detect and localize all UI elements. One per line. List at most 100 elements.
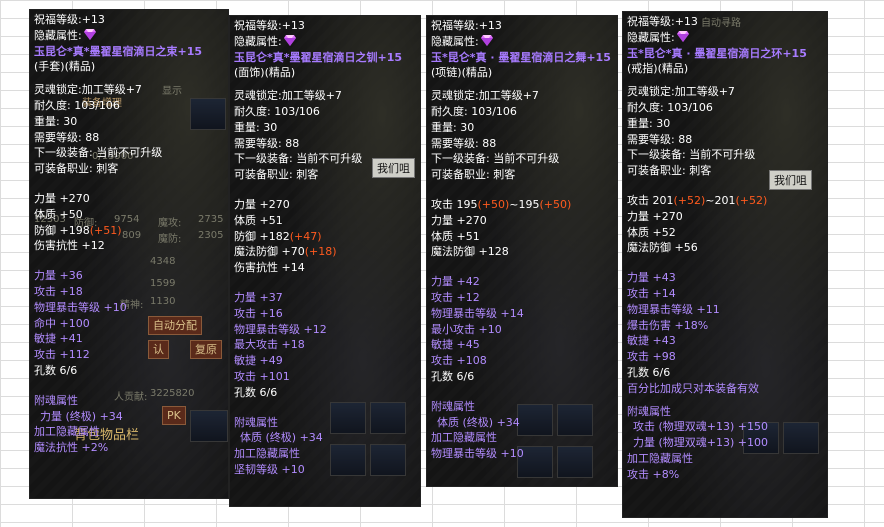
bonus-value: (+18) bbox=[304, 245, 337, 259]
stat-line: 孔数 6/6 bbox=[234, 385, 420, 401]
item-name: 玉*昆仑*真 · 墨翟星宿滴日之环+15 bbox=[627, 46, 827, 62]
stat-text: 体质 (终极) +34 bbox=[240, 431, 323, 445]
stat-line: 体质 (终极) +34 bbox=[431, 415, 617, 431]
item-tooltip-ring: 自动寻路 我们咀 祝福等级:+13 隐藏属性: 玉*昆仑*真 · 墨翟星宿滴日之环+… bbox=[623, 12, 827, 517]
stat-text: 魔法防御 +128 bbox=[431, 245, 509, 259]
stat-text: 需要等级: 88 bbox=[431, 136, 497, 150]
stat-line: 孔数 6/6 bbox=[431, 369, 617, 385]
stat-line: 攻击 +112 bbox=[34, 347, 228, 363]
stat-text: 祝福等级:+13 bbox=[627, 15, 698, 28]
stat-text: 重量: 30 bbox=[34, 114, 78, 128]
stat-line: 下一级装备: 当前不可升级 bbox=[234, 151, 420, 167]
stat-text: 攻击 +18 bbox=[34, 284, 83, 298]
bonus-value: (+51) bbox=[89, 223, 122, 237]
stat-line: 体质 +50 bbox=[34, 207, 228, 223]
tooltip-text: 祝福等级:+13 隐藏属性: 玉昆仑*真*墨翟星宿滴日之钏+15 (面饰)(精品) 灵魂… bbox=[230, 16, 420, 506]
stat-line: (面饰)(精品) bbox=[234, 65, 420, 81]
item-name: 玉昆仑*真*墨翟星宿滴日之钏+15 bbox=[234, 50, 420, 66]
stat-text: (手套)(精品) bbox=[34, 60, 96, 74]
stat-text: 隐藏属性: bbox=[34, 28, 82, 42]
stat-line: 魔法防御 +70(+18) bbox=[234, 244, 420, 260]
stat-line: 伤害抗性 +14 bbox=[234, 260, 420, 276]
bonus-value: (+52) bbox=[673, 193, 706, 207]
stat-text: 攻击 +101 bbox=[234, 369, 290, 383]
stat-line: 祝福等级:+13 bbox=[627, 14, 827, 30]
stat-line: 力量 +270 bbox=[431, 213, 617, 229]
stat-text: 命中 +100 bbox=[34, 316, 90, 330]
stat-line: 敏捷 +43 bbox=[627, 333, 827, 349]
stat-line: 重量: 30 bbox=[34, 114, 228, 130]
stat-line: 可装备职业: 刺客 bbox=[34, 161, 228, 177]
stat-text: 物理暴击等级 +11 bbox=[627, 302, 720, 316]
stat-line: 耐久度: 103/106 bbox=[627, 100, 827, 116]
stat-text: 最大攻击 +18 bbox=[234, 338, 305, 352]
item-tooltip-gloves: 装备增理 显示 0/15900 12303 防御: 9754 魔攻: 2735 … bbox=[30, 10, 228, 498]
gem-icon bbox=[283, 34, 296, 46]
stat-text: 玉*昆仑*真 · 墨翟星宿滴日之舞+15 bbox=[431, 50, 611, 64]
stat-text: 物理暴击等级 +12 bbox=[234, 322, 327, 336]
stat-line: 敏捷 +41 bbox=[34, 331, 228, 347]
stat-text: 隐藏属性: bbox=[627, 30, 675, 44]
stat-line: 耐久度: 103/106 bbox=[234, 104, 420, 120]
stat-text: 祝福等级:+13 bbox=[431, 19, 502, 32]
stat-line: 最小攻击 +10 bbox=[431, 322, 617, 338]
stat-text: 下一级装备: 当前不可升级 bbox=[431, 152, 560, 166]
stat-line: 力量 +270 bbox=[627, 209, 827, 225]
stat-text: 力量 +42 bbox=[431, 275, 480, 289]
stat-text: 重量: 30 bbox=[234, 120, 278, 134]
stat-text: 物理暴击等级 +14 bbox=[431, 306, 524, 320]
stat-text: 隐藏属性: bbox=[431, 34, 479, 48]
stat-line: 可装备职业: 刺客 bbox=[431, 167, 617, 183]
stat-tail: ~201 bbox=[705, 193, 736, 207]
stat-text: 玉*昆仑*真 · 墨翟星宿滴日之环+15 bbox=[627, 46, 807, 60]
stat-text: 力量 +37 bbox=[234, 290, 283, 304]
stat-text: 体质 +50 bbox=[34, 207, 83, 221]
stat-line: 物理暴击等级 +10 bbox=[34, 300, 228, 316]
stat-line: 孔数 6/6 bbox=[34, 363, 228, 379]
stat-line: 需要等级: 88 bbox=[34, 130, 228, 146]
stat-text: 孔数 6/6 bbox=[234, 385, 278, 399]
stat-text: 体质 +51 bbox=[234, 213, 283, 227]
bonus-value: (+50) bbox=[477, 197, 510, 211]
stat-text: 物理暴击等级 +10 bbox=[431, 447, 524, 461]
stat-line: 灵魂锁定:加工等级+7 bbox=[431, 88, 617, 104]
stat-tail: ~195 bbox=[509, 197, 540, 211]
stat-line: 伤害抗性 +12 bbox=[34, 238, 228, 254]
stat-line: 需要等级: 88 bbox=[627, 132, 827, 148]
stat-text: 隐藏属性: bbox=[234, 34, 282, 48]
stat-line: 祝福等级:+13 bbox=[34, 12, 228, 28]
stat-line: 力量 (终极) +34 bbox=[34, 409, 228, 425]
stat-line: 隐藏属性: bbox=[34, 28, 228, 44]
stat-line: 物理暴击等级 +14 bbox=[431, 306, 617, 322]
stat-line: 加工隐藏属性 bbox=[431, 430, 617, 446]
stat-text: 可装备职业: 刺客 bbox=[627, 164, 712, 178]
stat-text: 攻击 +98 bbox=[627, 350, 676, 364]
stat-line: 附魂属性 bbox=[627, 404, 827, 420]
stat-line: 敏捷 +45 bbox=[431, 337, 617, 353]
stat-text: 力量 +270 bbox=[431, 213, 487, 227]
stat-line: 附魂属性 bbox=[431, 399, 617, 415]
stat-line: 攻击 (物理双魂+13) +150 bbox=[627, 419, 827, 435]
stat-text: 灵魂锁定:加工等级+7 bbox=[627, 85, 735, 99]
stat-text: (项链)(精品) bbox=[431, 66, 493, 80]
stat-line: 下一级装备: 当前不可升级 bbox=[627, 147, 827, 163]
stat-line: 力量 (物理双魂+13) +100 bbox=[627, 435, 827, 451]
stat-line: 攻击 +108 bbox=[431, 353, 617, 369]
stat-line: 攻击 201(+52)~201(+52) bbox=[627, 193, 827, 209]
stat-text: 力量 +36 bbox=[34, 269, 83, 283]
stat-line: 下一级装备: 当前不可升级 bbox=[34, 145, 228, 161]
stat-text: 攻击 +12 bbox=[431, 290, 480, 304]
stat-text: 孔数 6/6 bbox=[34, 363, 78, 377]
stat-text: 需要等级: 88 bbox=[234, 136, 300, 150]
stat-text: 最小攻击 +10 bbox=[431, 322, 502, 336]
stat-line: 力量 +36 bbox=[34, 268, 228, 284]
stat-text: 体质 +51 bbox=[431, 229, 480, 243]
